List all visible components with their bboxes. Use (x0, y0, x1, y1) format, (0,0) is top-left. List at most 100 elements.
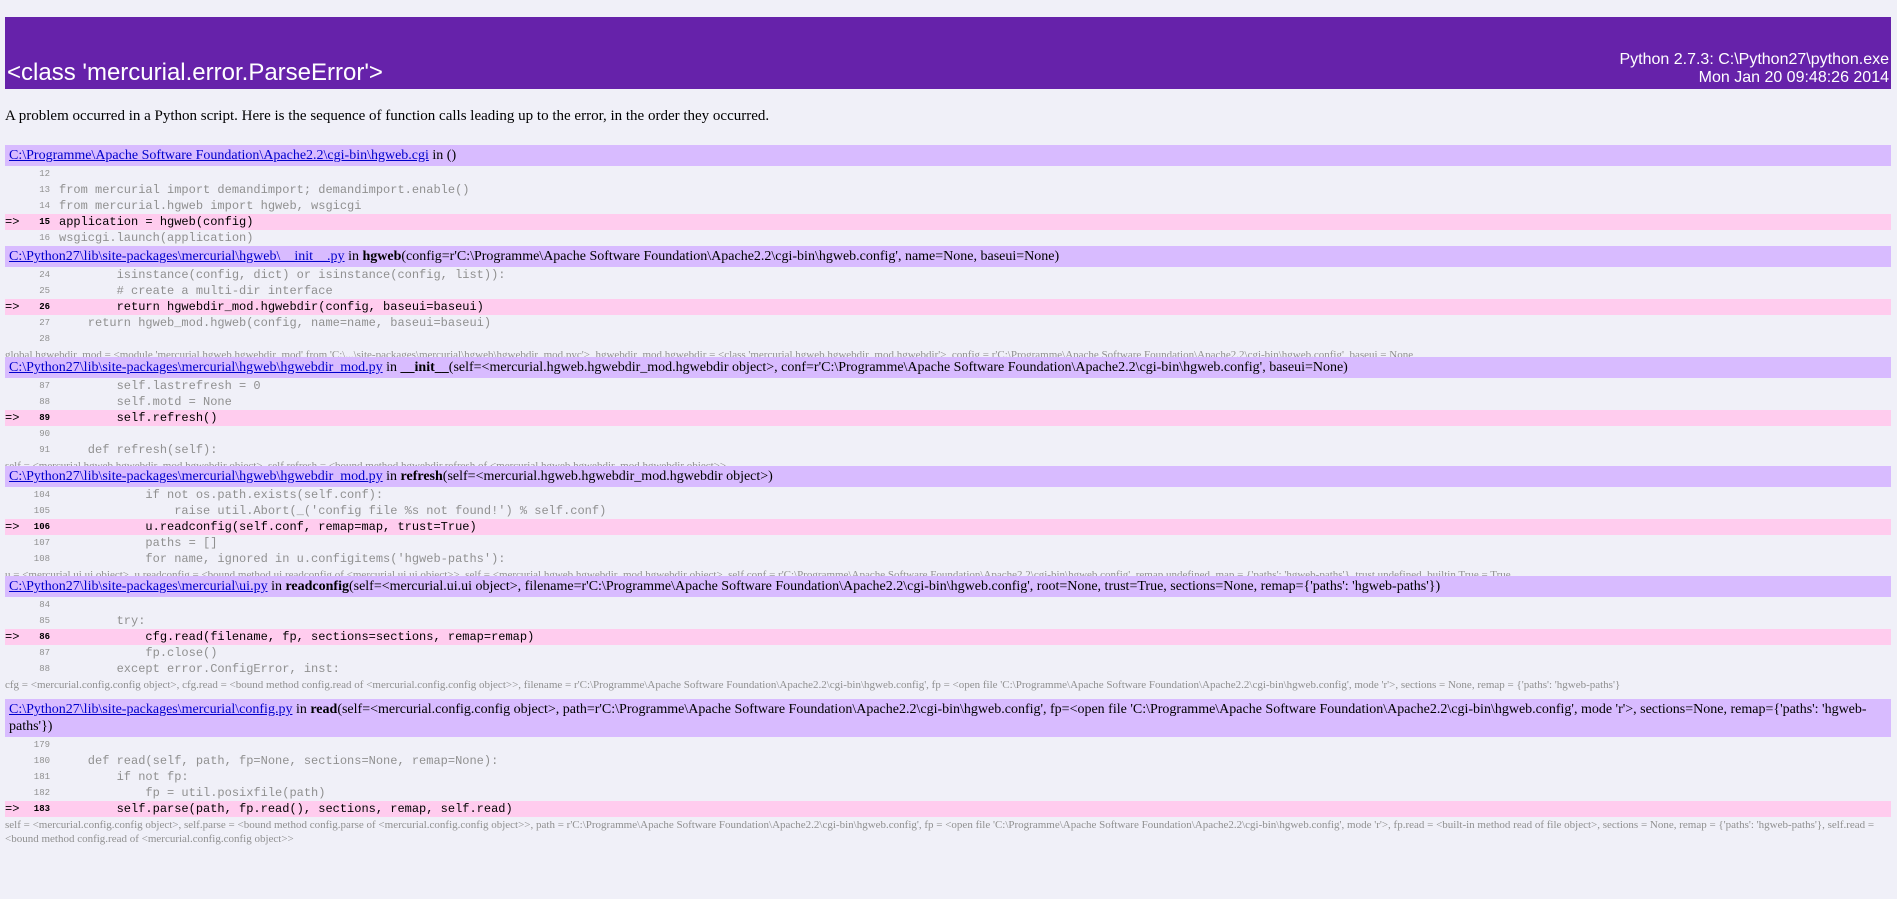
line-number: 182 (33, 788, 50, 798)
frame-arguments: (self=<mercurial.hgweb.hgwebdir_mod.hgwe… (442, 469, 773, 484)
frame-arguments: in () (428, 148, 457, 163)
code-text: self.lastrefresh = 0 (59, 379, 261, 393)
code-text: self.parse(path, fp.read(), sections, re… (59, 802, 513, 816)
stack-frame: C:\Python27\lib\site-packages\mercurial\… (5, 699, 1891, 847)
frame-file-link[interactable]: C:\Python27\lib\site-packages\mercurial\… (9, 360, 383, 375)
code-line: 12 (5, 166, 1891, 182)
python-version: Python 2.7.3: C:\Python27\python.exe (1619, 51, 1889, 68)
frame-function-name: read (310, 702, 338, 717)
frame-header: C:\Python27\lib\site-packages\mercurial\… (5, 576, 1891, 597)
code-text: def read(self, path, fp=None, sections=N… (59, 754, 499, 768)
line-number: 13 (39, 185, 50, 195)
code-line: 84 (5, 597, 1891, 613)
highlighted-code-line: => 183 self.parse(path, fp.read(), sectio… (5, 801, 1891, 817)
code-line: 27 return hgweb_mod.hgweb(config, name=n… (5, 315, 1891, 331)
error-title: <class 'mercurial.error.ParseError'> (7, 59, 383, 86)
frame-file-link[interactable]: C:\Python27\lib\site-packages\mercurial\… (9, 702, 292, 717)
line-number: 86 (39, 632, 50, 642)
frame-in-label: in (267, 579, 286, 594)
code-line: 91 def refresh(self): (5, 442, 1891, 458)
code-text: for name, ignored in u.configitems('hgwe… (59, 552, 506, 566)
line-number: 12 (39, 169, 50, 179)
frame-header: C:\Programme\Apache Software Foundation\… (5, 145, 1891, 166)
frame-arguments: (self=<mercurial.hgweb.hgwebdir_mod.hgwe… (448, 360, 1348, 375)
frame-header: C:\Python27\lib\site-packages\mercurial\… (5, 466, 1891, 487)
frame-file-link[interactable]: C:\Python27\lib\site-packages\mercurial\… (9, 469, 383, 484)
frame-header: C:\Python27\lib\site-packages\mercurial\… (5, 246, 1891, 267)
frame-variables: cfg = <mercurial.config.config object>, … (5, 679, 1621, 691)
line-number: 90 (39, 429, 50, 439)
line-number: 28 (39, 334, 50, 344)
line-number: 183 (33, 804, 50, 814)
code-line: 25 # create a multi-dir interface (5, 283, 1891, 299)
line-number: 85 (39, 616, 50, 626)
code-text: isinstance(config, dict) or isinstance(c… (59, 268, 506, 282)
code-line: 179 (5, 737, 1891, 753)
code-text: application = hgweb(config) (59, 215, 254, 229)
line-number: 25 (39, 286, 50, 296)
code-line: 90 (5, 426, 1891, 442)
line-number: 27 (39, 318, 50, 328)
highlighted-code-line: => 89 self.refresh() (5, 410, 1891, 426)
code-line: 107 paths = [] (5, 535, 1891, 551)
line-number: 16 (39, 233, 50, 243)
frame-code: 87 self.lastrefresh = 0 88 self.motd = No… (5, 378, 1891, 458)
highlighted-code-line: => 26 return hgwebdir_mod.hgwebdir(config… (5, 299, 1891, 315)
code-text: from mercurial import demandimport; dema… (59, 183, 470, 197)
frame-in-label: in (382, 469, 401, 484)
highlighted-code-line: => 15 application = hgweb(config) (5, 214, 1891, 230)
line-number: 14 (39, 201, 50, 211)
code-line: 28 (5, 331, 1891, 347)
line-number: 107 (33, 538, 50, 548)
frame-code: 84 85 try: => 86 cfg.read(filename, fp, sec… (5, 597, 1891, 677)
code-text: fp.close() (59, 646, 218, 660)
frame-file-link[interactable]: C:\Python27\lib\site-packages\mercurial\… (9, 579, 268, 594)
frame-code: 12 13 from mercurial import demandimport; … (5, 166, 1891, 246)
frame-file-link[interactable]: C:\Programme\Apache Software Foundation\… (9, 148, 429, 163)
line-number: 181 (33, 772, 50, 782)
frame-code: 24 isinstance(config, dict) or isinstanc… (5, 267, 1891, 347)
frame-function-name: __init__ (400, 360, 449, 375)
frame-function-name: readconfig (285, 579, 349, 594)
line-number: 91 (39, 445, 50, 455)
frame-arguments: (config=r'C:\Programme\Apache Software F… (401, 249, 1060, 264)
highlighted-code-line: => 106 u.readconfig(self.conf, remap=map,… (5, 519, 1891, 535)
code-line: 16 wsgicgi.launch(application) (5, 230, 1891, 246)
frame-file-link[interactable]: C:\Python27\lib\site-packages\mercurial\… (9, 249, 345, 264)
frame-function-name: refresh (400, 469, 443, 484)
frame-in-label: in (382, 360, 401, 375)
code-text: def refresh(self): (59, 443, 218, 457)
code-text: cfg.read(filename, fp, sections=sections… (59, 630, 535, 644)
code-text: if not os.path.exists(self.conf): (59, 488, 384, 502)
frame-header: C:\Python27\lib\site-packages\mercurial\… (5, 357, 1891, 378)
stack-frame: C:\Python27\lib\site-packages\mercurial\… (5, 576, 1891, 693)
code-line: 182 fp = util.posixfile(path) (5, 785, 1891, 801)
line-number: 105 (33, 506, 50, 516)
line-number: 26 (39, 302, 50, 312)
frame-in-label: in (292, 702, 311, 717)
code-line: 24 isinstance(config, dict) or isinstanc… (5, 267, 1891, 283)
line-number: 84 (39, 600, 50, 610)
line-number: 87 (39, 381, 50, 391)
code-text: self.refresh() (59, 411, 218, 425)
frame-in-label: in (344, 249, 363, 264)
stack-frame: C:\Programme\Apache Software Foundation\… (5, 145, 1891, 262)
code-line: 181 if not fp: (5, 769, 1891, 785)
code-line: 88 except error.ConfigError, inst: (5, 661, 1891, 677)
code-line: 87 fp.close() (5, 645, 1891, 661)
code-text: paths = [] (59, 536, 218, 550)
frame-header: C:\Python27\lib\site-packages\mercurial\… (5, 699, 1891, 737)
code-text: fp = util.posixfile(path) (59, 786, 326, 800)
code-line: 87 self.lastrefresh = 0 (5, 378, 1891, 394)
frame-code: 104 if not os.path.exists(self.conf): 105… (5, 487, 1891, 567)
traceback-header: <class 'mercurial.error.ParseError'> Pyt… (5, 17, 1891, 89)
line-number: 88 (39, 397, 50, 407)
line-number: 106 (33, 522, 50, 532)
code-text: from mercurial.hgweb import hgweb, wsgic… (59, 199, 362, 213)
code-line: 85 try: (5, 613, 1891, 629)
frame-function-name: hgweb (362, 249, 402, 264)
frame-code: 179 180 def read(self, path, fp=None, sec… (5, 737, 1891, 817)
line-number: 108 (33, 554, 50, 564)
stack-frame: C:\Python27\lib\site-packages\mercurial\… (5, 466, 1891, 583)
frame-arguments: (self=<mercurial.ui.ui object>, filename… (348, 579, 1441, 594)
